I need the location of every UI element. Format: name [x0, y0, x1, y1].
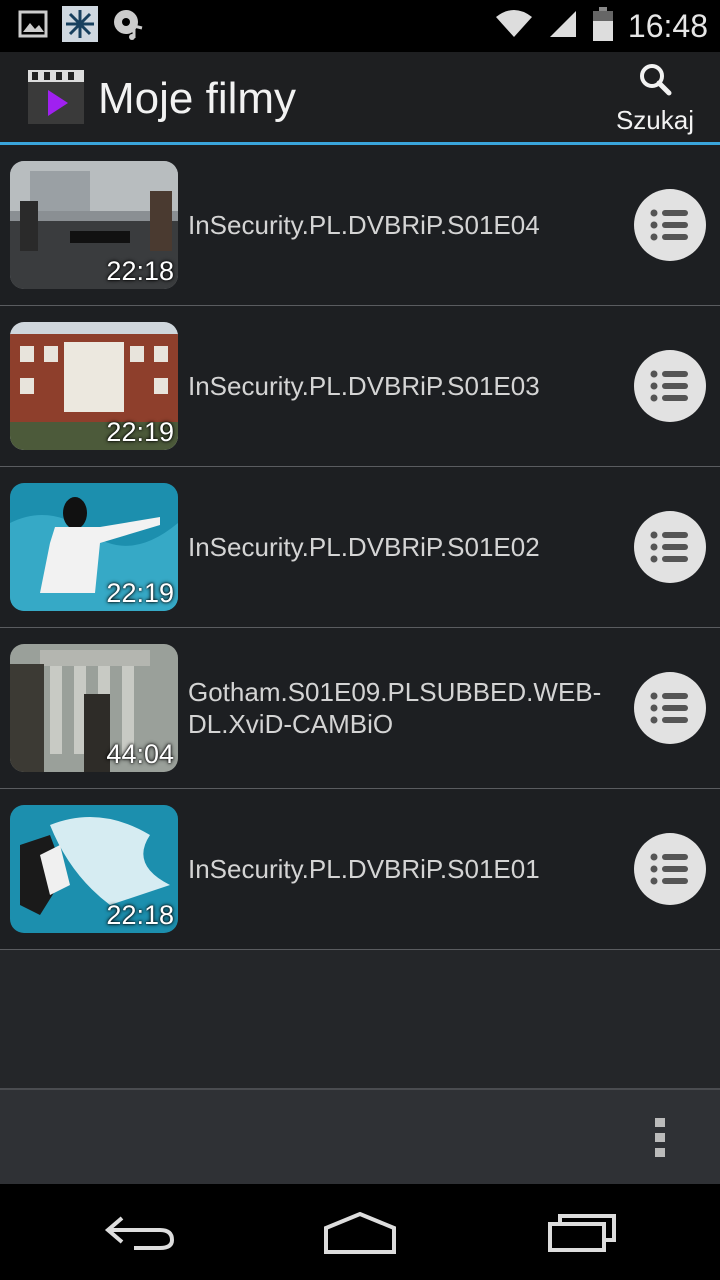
video-duration: 22:18: [106, 900, 174, 930]
search-label: Szukaj: [615, 105, 695, 135]
list-menu-icon: [650, 370, 688, 402]
video-title: InSecurity.PL.DVBRiP.S01E01: [188, 854, 540, 884]
video-list[interactable]: 22:18 InSecurity.PL.DVBRiP.S01E04 22:19 …: [0, 145, 720, 1088]
video-item[interactable]: 22:19 InSecurity.PL.DVBRiP.S01E03: [0, 306, 720, 467]
video-menu-button[interactable]: [634, 189, 706, 261]
list-menu-icon: [650, 692, 688, 724]
video-menu-button[interactable]: [634, 833, 706, 905]
video-title: InSecurity.PL.DVBRiP.S01E04: [188, 210, 540, 240]
search-icon: [640, 64, 672, 96]
video-title: InSecurity.PL.DVBRiP.S01E02: [188, 532, 540, 562]
video-item[interactable]: 22:19 InSecurity.PL.DVBRiP.S01E02: [0, 467, 720, 628]
more-vertical-icon: [655, 1118, 665, 1157]
video-duration: 22:19: [106, 417, 174, 447]
home-button[interactable]: [322, 1211, 398, 1261]
list-menu-icon: [650, 853, 688, 885]
video-thumbnail[interactable]: 22:19: [10, 483, 178, 611]
video-item[interactable]: 22:18 InSecurity.PL.DVBRiP.S01E01: [0, 789, 720, 950]
app-icon[interactable]: [26, 66, 86, 126]
video-item[interactable]: 44:04 Gotham.S01E09.PLSUBBED.WEB-DL.XviD…: [0, 628, 720, 789]
video-duration: 22:18: [106, 256, 174, 286]
video-menu-button[interactable]: [634, 672, 706, 744]
video-duration: 22:19: [106, 578, 174, 608]
wifi-icon: [494, 9, 534, 44]
music-disc-icon: [112, 8, 144, 45]
snowflake-icon: [62, 5, 98, 47]
image-notification-icon: [18, 10, 48, 43]
recent-apps-button[interactable]: [546, 1212, 618, 1257]
list-menu-icon: [650, 531, 688, 563]
home-icon: [324, 1211, 396, 1254]
video-thumbnail[interactable]: 22:18: [10, 805, 178, 933]
video-thumbnail[interactable]: 22:19: [10, 322, 178, 450]
bottom-toolbar: [0, 1088, 720, 1184]
video-thumbnail[interactable]: 22:18: [10, 161, 178, 289]
video-thumbnail[interactable]: 44:04: [10, 644, 178, 772]
video-title: Gotham.S01E09.PLSUBBED.WEB-DL.XviD-CAMBi…: [188, 677, 602, 739]
page-title: Moje filmy: [98, 74, 297, 123]
overflow-menu-button[interactable]: [650, 1116, 670, 1160]
search-button[interactable]: Szukaj: [610, 62, 700, 138]
back-button[interactable]: [104, 1212, 176, 1257]
status-bar: 16:48: [0, 0, 720, 52]
navigation-bar: [0, 1184, 720, 1280]
battery-icon: [592, 6, 614, 46]
video-duration: 44:04: [106, 739, 174, 769]
clock: 16:48: [627, 7, 708, 44]
signal-icon: [548, 9, 578, 44]
action-bar: Moje filmy Szukaj: [0, 52, 720, 144]
video-item[interactable]: 22:18 InSecurity.PL.DVBRiP.S01E04: [0, 145, 720, 306]
recent-apps-icon: [548, 1214, 616, 1252]
back-icon: [104, 1216, 175, 1250]
video-title: InSecurity.PL.DVBRiP.S01E03: [188, 371, 540, 401]
video-menu-button[interactable]: [634, 350, 706, 422]
video-menu-button[interactable]: [634, 511, 706, 583]
list-menu-icon: [650, 209, 688, 241]
